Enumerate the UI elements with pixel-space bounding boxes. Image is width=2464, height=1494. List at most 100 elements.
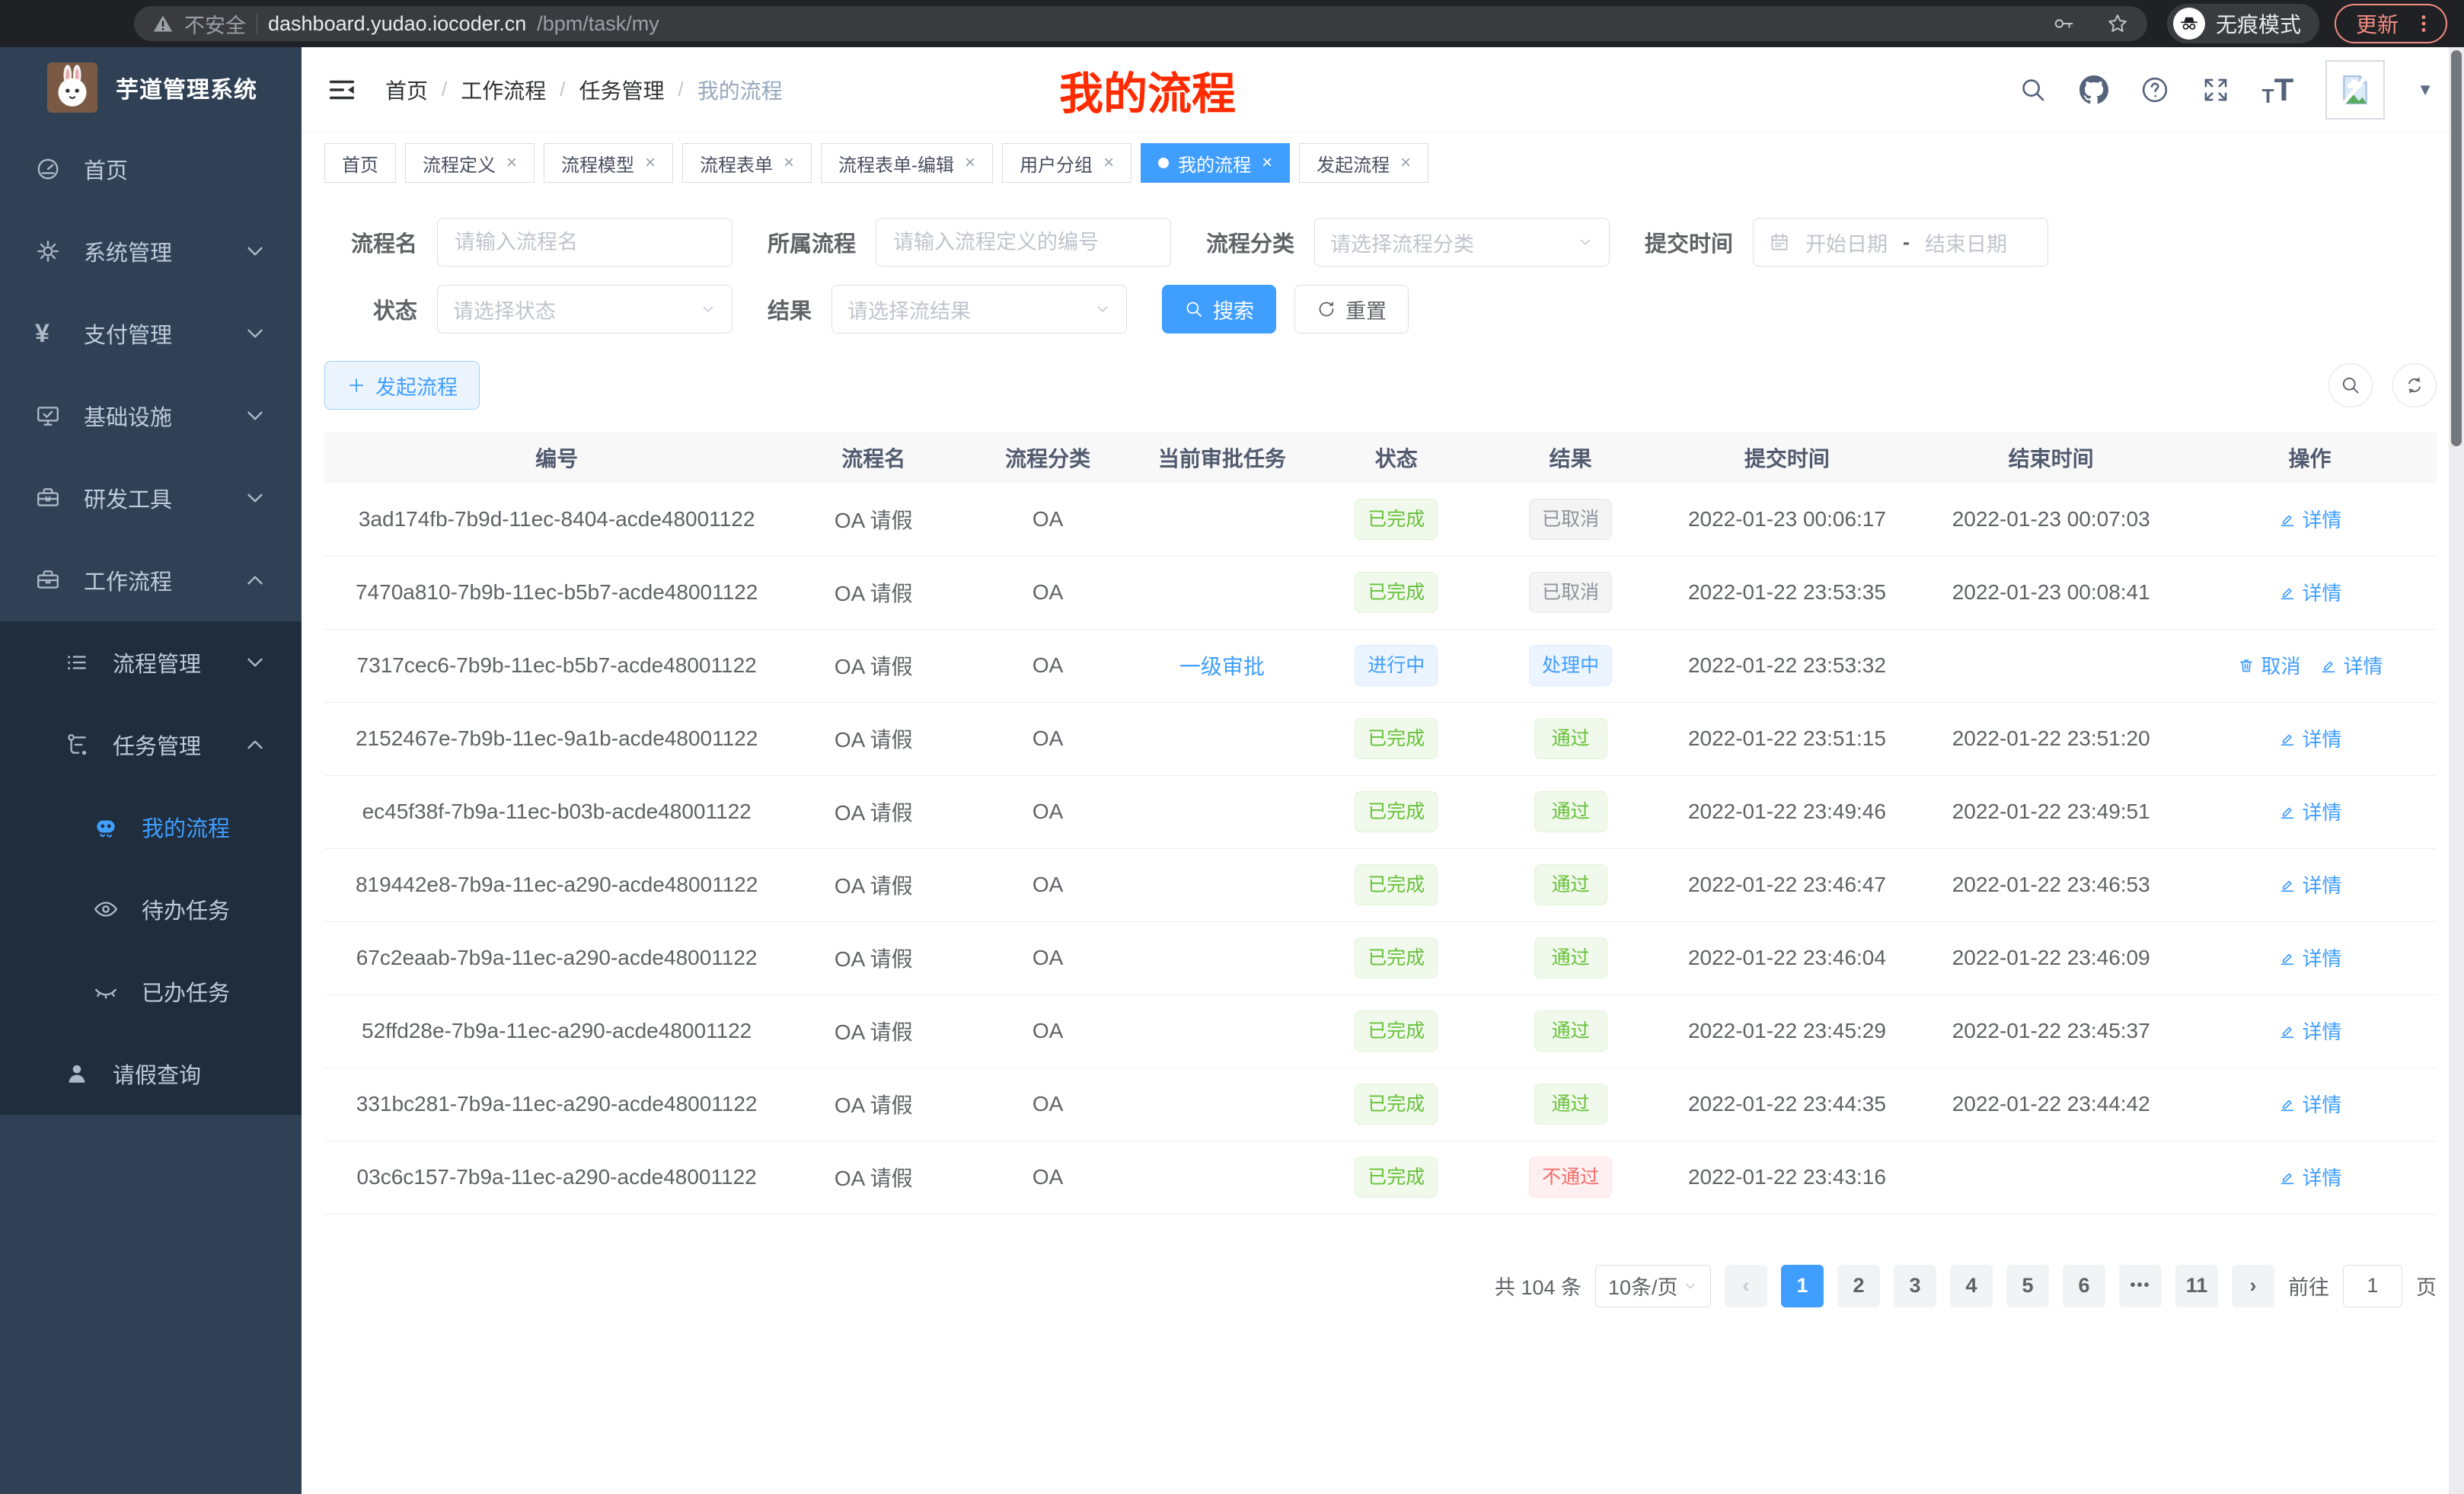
status-badge: 已完成	[1355, 572, 1438, 613]
actions-cell: 详情	[2183, 556, 2437, 629]
sidebar-item-task-mgmt[interactable]: 任务管理	[0, 704, 302, 786]
sidebar-item-done-tasks[interactable]: 已办任务	[0, 950, 302, 1033]
tab-流程定义[interactable]: 流程定义×	[405, 143, 535, 183]
github-icon[interactable]	[2079, 75, 2108, 104]
detail-action[interactable]: 详情	[2278, 1090, 2342, 1118]
close-icon[interactable]: ×	[965, 152, 975, 174]
page-scrollbar[interactable]	[2449, 47, 2464, 1494]
sidebar-item-dev-tools[interactable]: 研发工具	[0, 457, 302, 539]
close-icon[interactable]: ×	[645, 152, 656, 174]
tab-label: 首页	[342, 150, 378, 177]
bookmark-star-icon[interactable]	[2106, 12, 2129, 35]
sidebar-item-process-mgmt[interactable]: 流程管理	[0, 621, 302, 704]
process-category-select[interactable]: 请选择流程分类	[1314, 218, 1610, 267]
password-key-icon[interactable]	[2053, 12, 2076, 35]
result-badge: 通过	[1534, 1084, 1607, 1125]
result-badge: 通过	[1534, 864, 1607, 905]
page-size-value: 10条/页	[1608, 1271, 1678, 1301]
sidebar-item-label: 工作流程	[84, 564, 172, 596]
create-process-button[interactable]: 发起流程	[324, 361, 480, 410]
process-definition-input[interactable]	[876, 218, 1171, 267]
pagination-total: 共 104 条	[1495, 1271, 1581, 1301]
tab-流程模型[interactable]: 流程模型×	[544, 143, 673, 183]
process-category-cell: OA	[958, 629, 1138, 702]
search-button[interactable]: 搜索	[1162, 285, 1276, 334]
sidebar-item-system[interactable]: 系统管理	[0, 210, 302, 292]
tab-我的流程[interactable]: 我的流程 ×	[1141, 143, 1290, 183]
tab-用户分组[interactable]: 用户分组×	[1002, 143, 1131, 183]
close-icon[interactable]: ×	[1103, 152, 1114, 174]
detail-action[interactable]: 详情	[2278, 578, 2342, 606]
result-select[interactable]: 请选择流结果	[831, 285, 1127, 334]
help-icon[interactable]	[2140, 75, 2169, 104]
status-select[interactable]: 请选择状态	[437, 285, 732, 334]
close-icon[interactable]: ×	[506, 152, 517, 174]
end-time-cell: 2022-01-22 23:45:37	[1919, 994, 2183, 1068]
detail-action[interactable]: 详情	[2278, 943, 2342, 972]
tab-流程表单-编辑[interactable]: 流程表单-编辑×	[821, 143, 993, 183]
goto-page-input[interactable]	[2343, 1265, 2402, 1307]
fullscreen-icon[interactable]	[2201, 75, 2230, 104]
user-menu-caret-icon[interactable]: ▼	[2417, 80, 2434, 100]
detail-action[interactable]: 详情	[2278, 1163, 2342, 1191]
sidebar-item-todo-tasks[interactable]: 待办任务	[0, 868, 302, 950]
column-header: 流程名	[789, 433, 958, 483]
close-icon[interactable]: ×	[784, 152, 794, 174]
search-icon[interactable]	[2019, 75, 2047, 104]
address-bar[interactable]: 不安全 dashboard.yudao.iocoder.cn/bpm/task/…	[134, 6, 2147, 41]
briefcase-icon	[35, 567, 61, 593]
sidebar-fold-icon[interactable]	[326, 74, 358, 106]
next-page-button[interactable]: ›	[2232, 1265, 2274, 1307]
sidebar-item-home[interactable]: 首页	[0, 128, 302, 210]
current-task-link[interactable]: 一级审批	[1179, 655, 1265, 678]
cancel-action[interactable]: 取消	[2237, 651, 2301, 679]
page-button-2[interactable]: 2	[1837, 1265, 1880, 1307]
page-button-1[interactable]: 1	[1781, 1265, 1824, 1307]
close-icon[interactable]: ×	[1400, 152, 1411, 174]
sidebar-item-workflow[interactable]: 工作流程	[0, 539, 302, 621]
avatar[interactable]	[2325, 60, 2385, 120]
end-time-cell	[1919, 1141, 2183, 1214]
page-ellipsis-button[interactable]: •••	[2119, 1265, 2162, 1307]
result-badge: 通过	[1534, 718, 1607, 759]
sidebar-item-infrastructure[interactable]: 基础设施	[0, 375, 302, 457]
page-button-11[interactable]: 11	[2175, 1265, 2218, 1307]
actions-cell: 详情	[2183, 921, 2437, 994]
detail-action[interactable]: 详情	[2278, 724, 2342, 752]
scrollbar-thumb[interactable]	[2451, 50, 2462, 446]
sidebar-item-payment[interactable]: ¥支付管理	[0, 292, 302, 375]
detail-action[interactable]: 详情	[2319, 651, 2383, 679]
kebab-menu-icon[interactable]	[2412, 12, 2435, 35]
yen-icon: ¥	[35, 321, 61, 346]
breadcrumb-item[interactable]: 任务管理	[579, 75, 665, 105]
tab-流程表单[interactable]: 流程表单×	[682, 143, 812, 183]
detail-action[interactable]: 详情	[2278, 1017, 2342, 1045]
page-button-3[interactable]: 3	[1894, 1265, 1936, 1307]
page-button-6[interactable]: 6	[2063, 1265, 2105, 1307]
page-button-4[interactable]: 4	[1950, 1265, 1993, 1307]
close-icon[interactable]: ×	[1262, 152, 1272, 174]
submit-time-cell: 2022-01-22 23:45:29	[1655, 994, 1920, 1068]
process-name-input[interactable]	[437, 218, 732, 267]
submit-time-range-picker[interactable]: 开始日期 - 结束日期	[1753, 218, 2048, 267]
sidebar-item-leave-query[interactable]: 请假查询	[0, 1033, 302, 1115]
refresh-table-button[interactable]	[2392, 363, 2437, 407]
page-size-select[interactable]: 10条/页	[1595, 1265, 1711, 1307]
detail-action[interactable]: 详情	[2278, 505, 2342, 533]
prev-page-button[interactable]: ‹	[1725, 1265, 1767, 1307]
show-search-toggle-button[interactable]	[2328, 363, 2373, 407]
reset-button[interactable]: 重置	[1294, 285, 1409, 334]
detail-action-label: 详情	[2344, 651, 2383, 679]
detail-action[interactable]: 详情	[2278, 870, 2342, 899]
breadcrumb-item[interactable]: 工作流程	[461, 75, 546, 105]
font-size-icon[interactable]: TT	[2262, 74, 2294, 106]
breadcrumb-item[interactable]: 首页	[385, 75, 428, 105]
detail-action[interactable]: 详情	[2278, 797, 2342, 825]
page-button-5[interactable]: 5	[2006, 1265, 2049, 1307]
tab-发起流程[interactable]: 发起流程×	[1299, 143, 1428, 183]
process-id-cell: 331bc281-7b9a-11ec-a290-acde48001122	[324, 1068, 789, 1141]
sidebar-item-my-process[interactable]: 我的流程	[0, 786, 302, 868]
tab-label: 我的流程	[1178, 150, 1251, 177]
tab-首页[interactable]: 首页	[324, 143, 396, 183]
browser-update-button[interactable]: 更新	[2335, 4, 2447, 43]
